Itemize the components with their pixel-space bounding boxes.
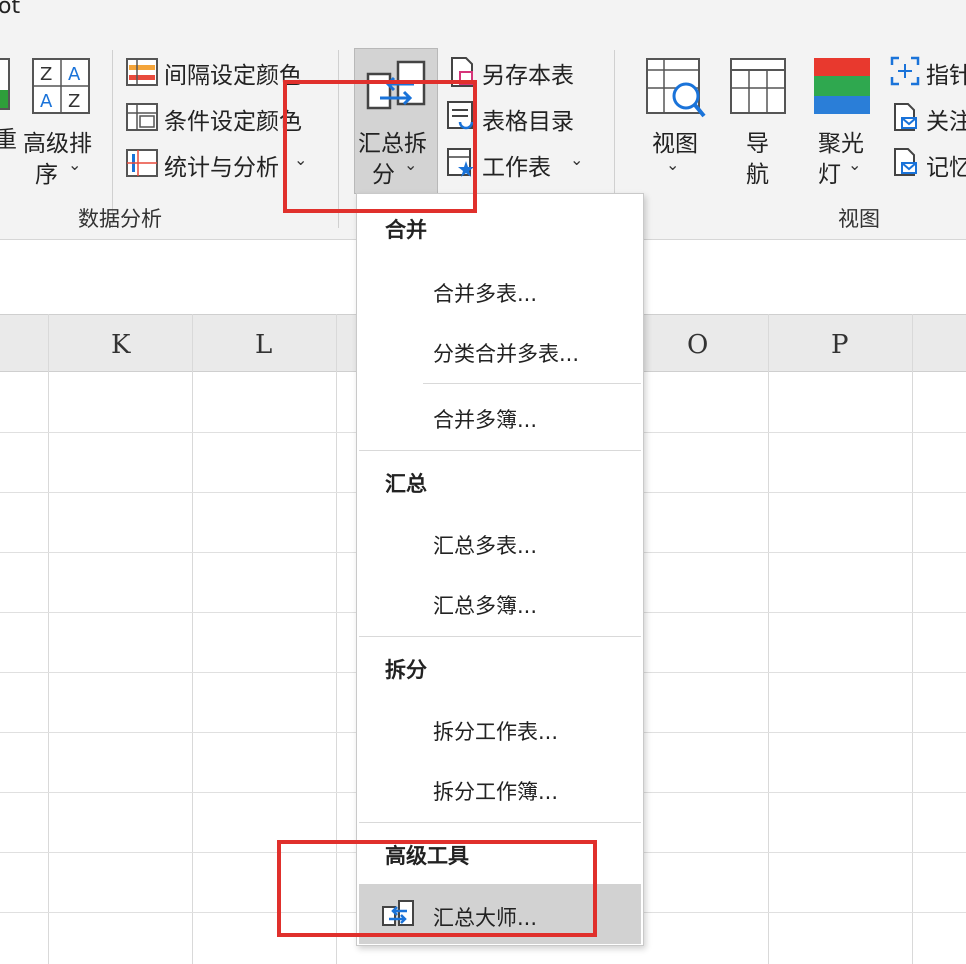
worksheet-star-icon: [447, 148, 474, 177]
menu-divider: [359, 822, 641, 823]
memo-page-icon: [894, 148, 917, 176]
memo-label: 记忆: [926, 155, 966, 181]
nav-label: 导: [746, 131, 769, 157]
table-condition-icon: [126, 103, 158, 131]
group-label-view: 视图: [838, 207, 880, 231]
column-header-o[interactable]: O: [687, 330, 708, 360]
save-table-label: 另存本表: [482, 63, 574, 89]
group-label-data-analysis: 数据分析: [78, 207, 162, 231]
summary-split-icon: [366, 60, 426, 110]
menu-section-merge: 合并: [385, 218, 427, 242]
menu-item-merge-sheets[interactable]: 合并多表...: [433, 278, 537, 308]
table-toc-icon: [447, 101, 474, 130]
grid-line: [336, 314, 337, 964]
menu-divider: [423, 383, 641, 384]
table-toc-label: 表格目录: [482, 109, 574, 135]
table-color-icon: [126, 58, 158, 86]
chevron-down-icon: ⌄: [666, 155, 680, 174]
svg-text:A: A: [68, 64, 81, 85]
table-stats-icon: [126, 149, 158, 177]
svg-text:Z: Z: [68, 91, 80, 112]
spotlight-icon: [814, 58, 870, 114]
summary-split-label: 汇总拆: [358, 131, 427, 157]
ribbon-separator: [338, 50, 339, 228]
spotlight-label: 聚光: [818, 131, 864, 157]
grid-line: [912, 314, 913, 964]
follow-label: 关注: [926, 109, 966, 135]
ribbon-separator: [112, 50, 113, 228]
menu-section-advanced: 高级工具: [385, 844, 469, 868]
menu-item-merge-books[interactable]: 合并多簿...: [433, 404, 537, 434]
ribbon-cut-label: 重: [0, 127, 17, 153]
summary-split-menu: 合并 合并多表... 分类合并多表... 合并多簿... 汇总 汇总多表... …: [356, 193, 644, 946]
grid-line: [192, 314, 193, 964]
menu-divider: [359, 450, 641, 451]
menu-item-summary-sheets[interactable]: 汇总多表...: [433, 530, 537, 560]
tab-label-partial: ot: [0, 0, 21, 19]
grid-line: [768, 314, 769, 964]
column-header-k[interactable]: K: [111, 330, 130, 360]
menu-item-summary-master-label: 汇总大师...: [433, 906, 538, 930]
spotlight-label-2: 灯: [818, 162, 841, 188]
chevron-down-icon: ⌄: [404, 155, 418, 174]
sort-az-icon: Z A A Z: [32, 58, 90, 114]
advanced-sort-label-2: 序: [35, 162, 58, 188]
svg-text:A: A: [40, 91, 53, 112]
view-label: 视图: [652, 131, 698, 157]
stats-analysis-label: 统计与分析: [164, 155, 279, 181]
follow-page-icon: [894, 103, 917, 131]
chevron-down-icon: ⌄: [570, 150, 584, 169]
menu-item-category-merge[interactable]: 分类合并多表...: [433, 338, 579, 368]
menu-divider: [359, 636, 641, 637]
condition-color-label: 条件设定颜色: [164, 109, 302, 135]
svg-text:Z: Z: [40, 64, 52, 85]
menu-item-split-book[interactable]: 拆分工作簿...: [433, 776, 558, 806]
view-magnifier-icon: [646, 58, 706, 118]
menu-item-split-sheet[interactable]: 拆分工作表...: [433, 716, 558, 746]
worksheet-label: 工作表: [482, 155, 551, 181]
summary-split-label-2: 分: [372, 162, 395, 188]
menu-item-summary-books[interactable]: 汇总多簿...: [433, 590, 537, 620]
column-header-l[interactable]: L: [255, 330, 272, 360]
grid-line: [48, 314, 49, 964]
pointer-label: 指针: [926, 63, 966, 89]
chevron-down-icon: ⌄: [294, 150, 308, 169]
advanced-sort-label: 高级排: [23, 131, 92, 157]
summary-master-icon: [382, 900, 414, 926]
menu-section-split: 拆分: [385, 658, 427, 682]
table-icon-partial: [0, 58, 10, 110]
pointer-frame-icon: [890, 56, 920, 86]
grid-nav-icon: [730, 58, 786, 114]
interval-color-label: 间隔设定颜色: [164, 63, 302, 89]
column-header-p[interactable]: P: [831, 330, 849, 360]
chevron-down-icon: ⌄: [848, 155, 862, 174]
menu-section-summary: 汇总: [385, 472, 427, 496]
save-page-icon: [451, 57, 473, 87]
nav-label-2: 航: [746, 162, 769, 188]
chevron-down-icon: ⌄: [68, 155, 82, 174]
